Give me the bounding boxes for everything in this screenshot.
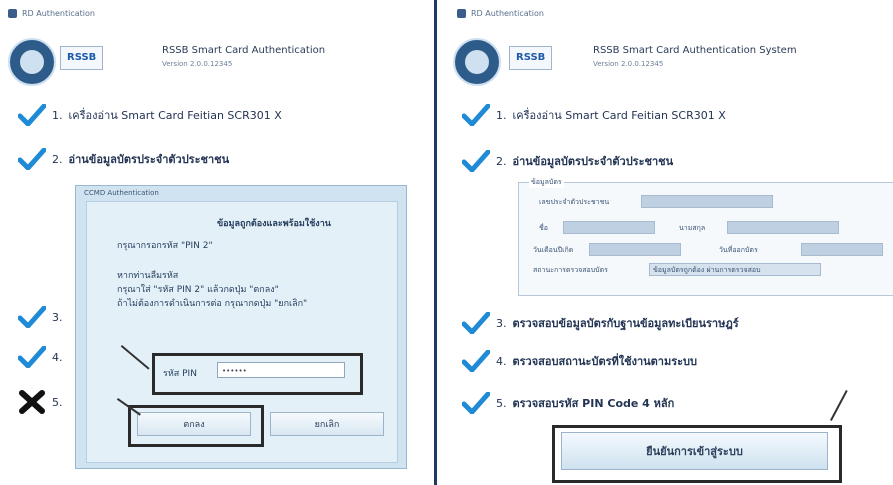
step-5-text: ตรวจสอบรหัส PIN Code 4 หลัก — [512, 397, 675, 410]
app-logo-icon — [8, 38, 56, 86]
check-icon — [462, 350, 490, 372]
step-4-num: 4. — [52, 350, 63, 364]
check-icon — [18, 346, 46, 368]
app-window-icon — [8, 9, 17, 18]
right-step-5: 5. ตรวจสอบรหัส PIN Code 4 หลัก — [462, 392, 674, 414]
check-icon — [462, 150, 490, 172]
status-value: ข้อมูลบัตรถูกต้อง ผ่านการตรวจสอบ — [653, 266, 761, 274]
card-info-legend: ข้อมูลบัตร — [529, 177, 564, 188]
right-step-4: 4. ตรวจสอบสถานะบัตรที่ใช้งานตามระบบ — [462, 350, 697, 372]
issue-date-field — [801, 243, 883, 256]
step-5-num: 5. — [496, 396, 507, 410]
step-4-num: 4. — [496, 354, 507, 368]
citizen-id-field — [641, 195, 773, 208]
step-2: 2. อ่านข้อมูลบัตรประจำตัวประชาชน — [18, 148, 229, 170]
cross-icon — [18, 390, 46, 414]
confirm-login-button[interactable]: ยืนยันการเข้าสู่ระบบ — [561, 432, 828, 470]
check-icon — [18, 104, 46, 126]
brand-badge: RSSB — [509, 46, 553, 70]
right-step-3: 3. ตรวจสอบข้อมูลบัตรกับฐานข้อมูลทะเบียนร… — [462, 312, 739, 334]
app-title: RSSB Smart Card Authentication System — [593, 45, 797, 56]
step-3: 3. — [18, 306, 63, 328]
dialog-line-2: กรุณากรอกรหัส "PIN 2" — [117, 241, 213, 251]
status-label: สถานะการตรวจสอบบัตร — [533, 266, 608, 274]
birth-date-label: วันเดือนปีเกิด — [533, 246, 574, 254]
window-titlebar: RD Authentication — [457, 9, 544, 18]
left-screenshot-panel: RD Authentication RSSB RSSB Smart Card A… — [0, 0, 430, 485]
check-icon — [462, 312, 490, 334]
dialog-title: CCMD Authentication — [84, 189, 159, 197]
brand-badge: RSSB — [60, 46, 104, 70]
window-title: RD Authentication — [471, 9, 544, 18]
dialog-line-3: หากท่านลืมรหัส — [117, 271, 179, 281]
app-version: Version 2.0.0.12345 — [593, 60, 664, 68]
last-name-field — [727, 221, 839, 234]
card-info-group: ข้อมูลบัตร เลขประจำตัวประชาชน ชื่อ นามสก… — [518, 177, 893, 296]
step-3-num: 3. — [496, 316, 507, 330]
birth-date-field — [589, 243, 681, 256]
app-title: RSSB Smart Card Authentication — [162, 45, 326, 56]
pin-label: รหัส PIN — [163, 369, 197, 379]
issue-date-label: วันที่ออกบัตร — [719, 246, 758, 254]
check-icon — [18, 306, 46, 328]
step-5-num: 5. — [52, 395, 63, 409]
step-1-text: เครื่องอ่าน Smart Card Feitian SCR301 X — [512, 109, 726, 122]
first-name-label: ชื่อ — [539, 224, 548, 232]
step-2-num: 2. — [52, 152, 63, 166]
window-titlebar: RD Authentication — [8, 9, 95, 18]
dialog-line-1: ข้อมูลถูกต้องและพร้อมใช้งาน — [217, 219, 331, 229]
last-name-label: นามสกุล — [679, 224, 706, 232]
step-1-num: 1. — [52, 108, 63, 122]
dialog-line-4: กรุณาใส่ "รหัส PIN 2" แล้วกดปุ่ม "ตกลง" — [117, 285, 279, 295]
step-3-text: ตรวจสอบข้อมูลบัตรกับฐานข้อมูลทะเบียนราษฎ… — [512, 317, 739, 330]
step-4-text: ตรวจสอบสถานะบัตรที่ใช้งานตามระบบ — [512, 355, 698, 368]
cancel-button[interactable]: ยกเลิก — [270, 412, 384, 436]
step-2-text: อ่านข้อมูลบัตรประจำตัวประชาชน — [68, 153, 230, 166]
app-window-icon — [457, 9, 466, 18]
ok-button[interactable]: ตกลง — [137, 412, 251, 436]
check-icon — [462, 392, 490, 414]
window-title: RD Authentication — [22, 9, 95, 18]
first-name-field — [563, 221, 655, 234]
check-icon — [462, 104, 490, 126]
citizen-id-label: เลขประจำตัวประชาชน — [539, 198, 610, 206]
app-version: Version 2.0.0.12345 — [162, 60, 233, 68]
check-icon — [18, 148, 46, 170]
dialog-line-5: ถ้าไม่ต้องการดำเนินการต่อ กรุณากดปุ่ม "ย… — [117, 299, 308, 309]
step-1-num: 1. — [496, 108, 507, 122]
step-5: 5. — [18, 390, 63, 414]
right-step-1: 1. เครื่องอ่าน Smart Card Feitian SCR301… — [462, 104, 726, 126]
app-logo-icon — [453, 38, 501, 86]
step-4: 4. — [18, 346, 63, 368]
pin-input[interactable]: •••••• — [217, 362, 345, 378]
step-2-num: 2. — [496, 154, 507, 168]
step-3-num: 3. — [52, 310, 63, 324]
step-1-text: เครื่องอ่าน Smart Card Feitian SCR301 X — [68, 109, 282, 122]
step-1: 1. เครื่องอ่าน Smart Card Feitian SCR301… — [18, 104, 282, 126]
step-2-text: อ่านข้อมูลบัตรประจำตัวประชาชน — [512, 155, 674, 168]
panel-divider — [434, 0, 437, 485]
right-step-2: 2. อ่านข้อมูลบัตรประจำตัวประชาชน — [462, 150, 673, 172]
pin-entry-highlight: รหัส PIN •••••• — [152, 353, 363, 395]
